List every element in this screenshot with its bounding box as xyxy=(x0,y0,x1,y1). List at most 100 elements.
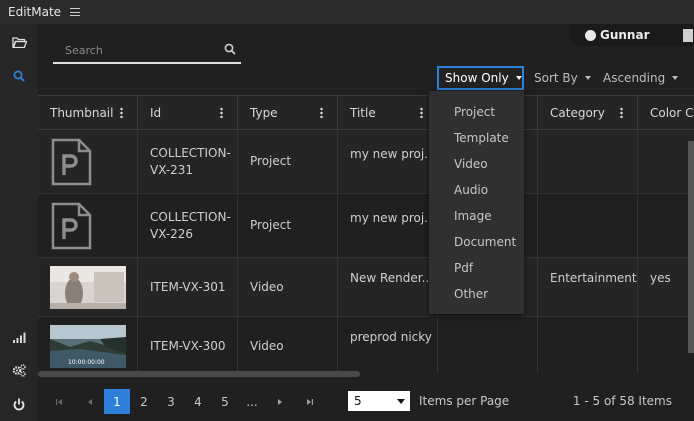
column-header-id[interactable]: Id xyxy=(138,96,238,130)
menu-item-template[interactable]: Template xyxy=(429,125,524,151)
gears-icon xyxy=(12,363,26,377)
table-header: Thumbnail Id Type Title Category Color C xyxy=(38,95,694,130)
sidebar xyxy=(0,24,38,421)
title-cell: my new proj... xyxy=(338,130,438,193)
results-table: Thumbnail Id Type Title Category Color C… xyxy=(38,95,694,373)
title-cell: my new proj... xyxy=(338,194,438,257)
color-cell xyxy=(638,317,694,373)
sort-order-dropdown[interactable]: Ascending xyxy=(603,66,679,90)
menu-item-other[interactable]: Other xyxy=(429,281,524,307)
video-thumbnail xyxy=(50,265,126,309)
show-only-dropdown[interactable]: Show Only xyxy=(437,66,524,90)
first-page-icon xyxy=(56,398,62,405)
type-cell: Project xyxy=(238,130,338,193)
category-cell: Entertainment xyxy=(538,258,638,316)
chevron-down-icon xyxy=(515,76,522,80)
horizontal-scrollbar[interactable] xyxy=(38,371,360,377)
table-row[interactable]: COLLECTION-VX-226 Project my new proj... xyxy=(38,194,694,258)
page-button-3[interactable]: 3 xyxy=(158,389,184,414)
category-cell xyxy=(538,130,638,193)
column-header-color[interactable]: Color C xyxy=(638,96,694,130)
menu-item-project[interactable]: Project xyxy=(429,99,524,125)
id-cell: COLLECTION-VX-226 xyxy=(138,194,238,257)
hidden-cell xyxy=(438,317,538,373)
menu-item-image[interactable]: Image xyxy=(429,203,524,229)
thumbnail-cell: 10:00:00:00 xyxy=(38,317,138,373)
show-only-menu: Project Template Video Audio Image Docum… xyxy=(429,91,524,314)
sidebar-item-library[interactable] xyxy=(0,32,38,52)
items-per-page-label: Items per Page xyxy=(419,394,510,408)
type-cell: Video xyxy=(238,317,338,373)
last-page-button[interactable] xyxy=(297,389,323,414)
sidebar-item-search[interactable] xyxy=(0,66,38,86)
first-page-button[interactable] xyxy=(46,389,72,414)
color-cell xyxy=(638,130,694,193)
items-per-page-select[interactable]: 5 xyxy=(348,391,410,411)
color-cell xyxy=(638,194,694,257)
thumbnail-cell xyxy=(38,194,138,257)
menu-item-video[interactable]: Video xyxy=(429,151,524,177)
thumbnail-cell xyxy=(38,130,138,193)
pagination: 1 2 3 4 5 ... 5 Items per Page 1 - 5 of … xyxy=(38,389,694,415)
page-button-2[interactable]: 2 xyxy=(131,389,157,414)
table-row[interactable]: ITEM-VX-301 Video New Render... Entertai… xyxy=(38,258,694,317)
prev-page-button[interactable] xyxy=(77,389,103,414)
user-menu[interactable]: Gunnar xyxy=(569,24,694,46)
column-menu-icon[interactable] xyxy=(620,107,623,118)
column-header-thumbnail[interactable]: Thumbnail xyxy=(38,96,138,130)
sort-by-dropdown[interactable]: Sort By xyxy=(534,66,591,90)
document-p-icon xyxy=(51,202,92,249)
folder-open-icon xyxy=(11,37,27,48)
table-row[interactable]: 10:00:00:00 ITEM-VX-300 Video preprod ni… xyxy=(38,317,694,373)
app-header: EditMate xyxy=(0,0,694,24)
results-range: 1 - 5 of 58 Items xyxy=(572,394,672,408)
chevron-down-icon xyxy=(397,399,405,404)
column-header-category[interactable]: Category xyxy=(538,96,638,130)
chevron-down-icon xyxy=(584,76,591,80)
main-content: Gunnar Show Only Sort By Ascending Thumb… xyxy=(38,24,694,421)
sidebar-item-settings[interactable] xyxy=(0,360,38,380)
column-header-type[interactable]: Type xyxy=(238,96,338,130)
document-icon[interactable] xyxy=(683,29,693,42)
column-menu-icon[interactable] xyxy=(120,107,123,118)
type-cell: Video xyxy=(238,258,338,316)
show-only-label: Show Only xyxy=(445,71,509,85)
chevron-left-icon xyxy=(88,398,92,405)
menu-item-audio[interactable]: Audio xyxy=(429,177,524,203)
sidebar-item-logout[interactable] xyxy=(0,394,38,414)
hamburger-menu-icon[interactable] xyxy=(70,8,81,16)
menu-item-document[interactable]: Document xyxy=(429,229,524,255)
column-menu-icon[interactable] xyxy=(320,107,323,118)
vertical-scrollbar[interactable] xyxy=(688,141,694,353)
last-page-icon xyxy=(307,398,313,405)
column-menu-icon[interactable] xyxy=(220,107,223,118)
title-cell: preprod nicky xyxy=(338,317,438,373)
thumbnail-timecode: 10:00:00:00 xyxy=(68,359,105,366)
search-icon[interactable] xyxy=(224,43,236,55)
search-input[interactable] xyxy=(53,38,213,62)
user-avatar-icon xyxy=(585,29,596,41)
category-cell xyxy=(538,194,638,257)
category-cell xyxy=(538,317,638,373)
table-row[interactable]: COLLECTION-VX-231 Project my new proj... xyxy=(38,130,694,194)
title-cell: New Render... xyxy=(338,258,438,316)
signal-bars-icon xyxy=(12,332,25,343)
items-per-page-value: 5 xyxy=(354,394,362,408)
column-header-title[interactable]: Title xyxy=(338,96,438,130)
power-icon xyxy=(13,398,25,410)
chevron-down-icon xyxy=(672,76,679,80)
video-thumbnail: 10:00:00:00 xyxy=(50,325,126,368)
chevron-right-icon xyxy=(278,398,282,405)
page-button-4[interactable]: 4 xyxy=(185,389,211,414)
menu-item-pdf[interactable]: Pdf xyxy=(429,255,524,281)
sort-by-label: Sort By xyxy=(534,71,578,85)
sidebar-item-stats[interactable] xyxy=(0,327,38,347)
column-menu-icon[interactable] xyxy=(420,107,423,118)
page-button-5[interactable]: 5 xyxy=(212,389,238,414)
page-button-1[interactable]: 1 xyxy=(104,389,130,414)
id-cell: ITEM-VX-300 xyxy=(138,317,238,373)
app-title: EditMate xyxy=(8,5,62,19)
next-page-button[interactable] xyxy=(267,389,293,414)
type-cell: Project xyxy=(238,194,338,257)
page-ellipsis: ... xyxy=(246,394,258,409)
